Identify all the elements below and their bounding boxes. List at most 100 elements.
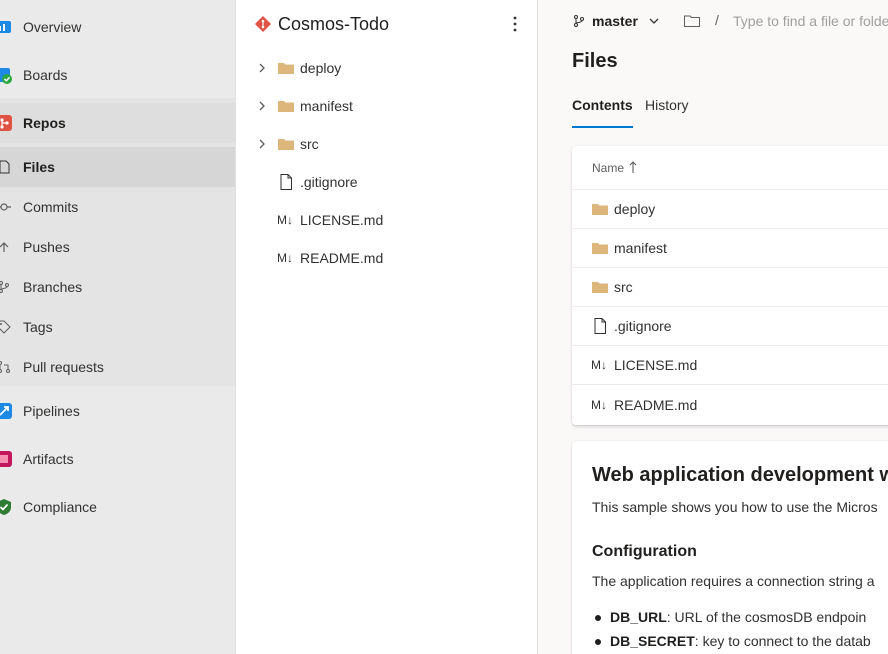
repos-icon: [0, 114, 13, 132]
table-row[interactable]: src: [572, 268, 888, 307]
main-content: master / Files Contents History Name dep…: [539, 0, 888, 654]
nav-item-boards[interactable]: Boards: [0, 55, 235, 95]
file-tree-panel: Cosmos-Todo deploy manifest src .gitigno…: [236, 0, 538, 654]
file-name: manifest: [614, 240, 667, 256]
tree-item-label: src: [300, 136, 319, 152]
nav-label: Repos: [23, 115, 66, 131]
file-name: deploy: [614, 201, 656, 217]
path-separator: /: [715, 12, 719, 28]
nav-item-overview[interactable]: Overview: [0, 7, 235, 47]
pull-requests-icon: [0, 358, 13, 376]
repo-icon: [255, 16, 271, 32]
table-row[interactable]: manifest: [572, 229, 888, 268]
nav-label: Compliance: [23, 499, 97, 515]
svg-text:M↓: M↓: [277, 213, 293, 227]
nav-item-pipelines[interactable]: Pipelines: [0, 391, 235, 431]
files-table: Name deploy manifest src .gitignore M↓ L…: [572, 146, 888, 425]
bullet-text: : URL of the cosmosDB endpoin: [666, 609, 867, 625]
readme-intro: This sample shows you how to use the Mic…: [592, 499, 878, 515]
tree-item-readme[interactable]: M↓ README.md: [236, 239, 537, 277]
svg-text:M↓: M↓: [277, 251, 293, 265]
markdown-icon: M↓: [591, 358, 607, 372]
tab-history[interactable]: History: [645, 97, 689, 129]
tree-item-license[interactable]: M↓ LICENSE.md: [236, 201, 537, 239]
files-icon: [0, 158, 13, 176]
nav-label: Pull requests: [23, 359, 104, 375]
nav-label: Overview: [23, 19, 82, 35]
file-name: README.md: [614, 396, 698, 413]
readme-title: Web application development wit: [592, 464, 888, 486]
artifacts-icon: [0, 450, 13, 468]
sort-ascending-icon: [629, 161, 637, 173]
nav-item-pull-requests[interactable]: Pull requests: [0, 347, 235, 387]
column-header-name[interactable]: Name: [572, 146, 888, 190]
nav-label: Boards: [23, 67, 68, 83]
tree-item-label: LICENSE.md: [300, 212, 384, 228]
folder-icon: [592, 204, 608, 215]
nav-item-branches[interactable]: Branches: [0, 267, 235, 307]
nav-label: Pipelines: [23, 403, 80, 419]
readme-config-heading: Configuration: [592, 543, 697, 560]
page-title: Files: [572, 50, 618, 72]
compliance-icon: [0, 498, 13, 516]
table-row[interactable]: deploy: [572, 190, 888, 229]
table-row[interactable]: M↓ README.md: [572, 385, 888, 424]
folder-icon: [278, 139, 294, 150]
path-search-input[interactable]: [727, 10, 888, 32]
tree-item-label: manifest: [300, 98, 353, 114]
more-vertical-icon[interactable]: [505, 12, 525, 36]
file-icon: [280, 174, 292, 190]
pushes-icon: [0, 238, 13, 256]
tree-item-label: README.md: [300, 250, 384, 266]
nav-label: Artifacts: [23, 451, 74, 467]
tab-contents[interactable]: Contents: [572, 97, 633, 129]
boards-icon: [0, 66, 13, 84]
nav-item-artifacts[interactable]: Artifacts: [0, 439, 235, 479]
nav-label: Tags: [23, 319, 53, 335]
tree-item-deploy[interactable]: deploy: [236, 49, 537, 87]
file-name: src: [614, 279, 633, 295]
chevron-down-icon: [649, 18, 659, 24]
repo-name: Cosmos-Todo: [278, 13, 390, 34]
tree-item-src[interactable]: src: [236, 125, 537, 163]
chevron-right-icon[interactable]: [256, 62, 268, 74]
table-row[interactable]: .gitignore: [572, 307, 888, 346]
list-item: DB_SECRET: key to connect to the datab: [595, 633, 871, 649]
tags-icon: [0, 318, 13, 336]
file-name: .gitignore: [614, 318, 672, 334]
bullet-key: DB_SECRET: [610, 633, 695, 649]
nav-item-files[interactable]: Files: [0, 147, 235, 187]
column-header-label: Name: [592, 160, 625, 175]
commits-icon: [0, 198, 13, 216]
folder-outline-icon[interactable]: [683, 12, 701, 30]
svg-text:M↓: M↓: [591, 358, 607, 372]
readme-preview: Web application development wit This sam…: [572, 441, 888, 654]
nav-item-tags[interactable]: Tags: [0, 307, 235, 347]
branch-selector[interactable]: master: [572, 10, 660, 32]
folder-icon: [278, 63, 294, 74]
nav-label: Commits: [23, 199, 79, 215]
list-item: DB_URL: URL of the cosmosDB endpoin: [594, 609, 867, 625]
file-icon: [594, 318, 606, 334]
tree-item-gitignore[interactable]: .gitignore: [236, 163, 537, 201]
nav-item-pushes[interactable]: Pushes: [0, 227, 235, 267]
table-row[interactable]: M↓ LICENSE.md: [572, 346, 888, 385]
markdown-icon: M↓: [277, 213, 293, 227]
folder-icon: [592, 282, 608, 293]
repo-selector[interactable]: Cosmos-Todo: [254, 10, 524, 38]
markdown-icon: M↓: [277, 251, 293, 265]
nav-item-repos[interactable]: Repos: [0, 103, 235, 143]
file-name: LICENSE.md: [614, 357, 698, 373]
bullet-text: : key to connect to the datab: [694, 633, 871, 649]
nav-item-compliance[interactable]: Compliance: [0, 487, 235, 527]
readme-config-text: The application requires a connection st…: [592, 573, 875, 589]
chevron-right-icon[interactable]: [256, 100, 268, 112]
nav-item-commits[interactable]: Commits: [0, 187, 235, 227]
folder-icon: [592, 243, 608, 254]
tree-item-manifest[interactable]: manifest: [236, 87, 537, 125]
nav-label: Pushes: [23, 239, 70, 255]
branch-name: master: [592, 13, 638, 29]
top-bar: master /: [539, 0, 888, 42]
chevron-right-icon[interactable]: [256, 138, 268, 150]
overview-icon: [0, 18, 13, 36]
